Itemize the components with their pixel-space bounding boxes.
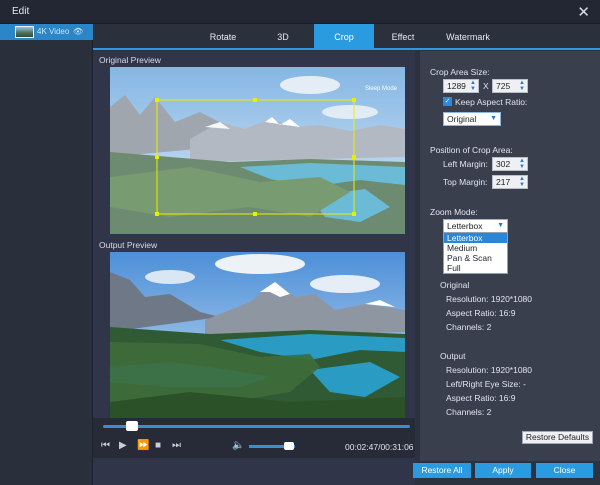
- stepper-arrows-icon[interactable]: ▲ ▼: [519, 80, 525, 92]
- restore-defaults-button[interactable]: Restore Defaults: [522, 431, 593, 444]
- left-margin-value: 302: [496, 159, 511, 169]
- tab-rotate[interactable]: Rotate: [193, 24, 253, 50]
- output-aspect: Aspect Ratio: 16:9: [446, 393, 516, 403]
- crop-height-stepper[interactable]: 725 ▲ ▼: [492, 79, 528, 93]
- output-info-label: Output: [440, 351, 466, 361]
- restore-all-button[interactable]: Restore All: [413, 463, 471, 478]
- aspect-ratio-value: Original: [447, 114, 477, 124]
- keep-aspect-checkbox[interactable]: ✓: [443, 97, 452, 106]
- window-title: Edit: [12, 6, 30, 17]
- tab-3d[interactable]: 3D: [258, 24, 308, 50]
- fast-forward-icon[interactable]: ⏩: [137, 440, 149, 452]
- top-margin-label: Top Margin:: [443, 177, 488, 187]
- top-margin-value: 217: [496, 177, 511, 187]
- crop-height-value: 725: [496, 81, 511, 91]
- stop-icon[interactable]: ■: [155, 440, 161, 452]
- tab-watermark[interactable]: Watermark: [433, 24, 503, 50]
- original-preview-label: Original Preview: [99, 55, 161, 65]
- zoom-option[interactable]: Letterbox: [444, 233, 507, 243]
- volume-icon[interactable]: 🔈: [232, 440, 244, 452]
- crop-width-stepper[interactable]: 1289 ▲ ▼: [443, 79, 479, 93]
- position-label: Position of Crop Area:: [430, 145, 513, 155]
- output-eye-size: Left/Right Eye Size: -: [446, 379, 526, 389]
- zoom-mode-select[interactable]: Letterbox ▼: [443, 219, 508, 233]
- play-icon[interactable]: ▶: [119, 440, 127, 452]
- eye-icon[interactable]: 👁: [73, 27, 83, 36]
- tab-crop[interactable]: Crop: [314, 24, 374, 50]
- crop-width-value: 1289: [447, 81, 466, 91]
- output-channels: Channels: 2: [446, 407, 492, 417]
- tab-effect[interactable]: Effect: [375, 24, 431, 50]
- output-resolution: Resolution: 1920*1080: [446, 365, 533, 375]
- original-info-label: Original: [440, 280, 470, 290]
- left-margin-stepper[interactable]: 302 ▲ ▼: [492, 157, 528, 171]
- chevron-down-icon: ▼: [497, 222, 504, 229]
- crop-area-size-label: Crop Area Size:: [430, 67, 490, 77]
- output-preview-image: [110, 252, 405, 418]
- top-margin-stepper[interactable]: 217 ▲ ▼: [492, 175, 528, 189]
- left-margin-label: Left Margin:: [443, 159, 488, 169]
- size-separator: X: [483, 81, 489, 91]
- original-channels: Channels: 2: [446, 322, 492, 332]
- original-preview: Sleep Mode: [110, 67, 405, 234]
- original-aspect: Aspect Ratio: 16:9: [446, 308, 516, 318]
- keep-aspect-label: Keep Aspect Ratio:: [455, 97, 528, 107]
- output-preview: [110, 252, 405, 418]
- title-bar: Edit ✕: [0, 0, 600, 24]
- stepper-arrows-icon[interactable]: ▲ ▼: [470, 80, 476, 92]
- video-thumbnail: [15, 26, 34, 38]
- close-button[interactable]: Close: [536, 463, 593, 478]
- volume-thumb[interactable]: [284, 442, 294, 450]
- zoom-option[interactable]: Full: [444, 263, 507, 273]
- original-resolution: Resolution: 1920*1080: [446, 294, 533, 304]
- tab-bar: Rotate 3D Crop Effect Watermark: [93, 24, 600, 50]
- zoom-option[interactable]: Medium: [444, 243, 507, 253]
- output-preview-label: Output Preview: [99, 240, 158, 250]
- seek-thumb[interactable]: [126, 421, 138, 431]
- seek-bar[interactable]: [103, 425, 410, 428]
- player-bar: [93, 418, 415, 458]
- zoom-option[interactable]: Pan & Scan: [444, 253, 507, 263]
- zoom-mode-label: Zoom Mode:: [430, 207, 478, 217]
- file-list-item[interactable]: 4K Video 👁: [0, 24, 93, 40]
- file-name: 4K Video: [37, 27, 70, 36]
- time-display: 00:02:47/00:31:06: [345, 442, 414, 452]
- file-list: 4K Video 👁: [0, 24, 93, 485]
- watermark-text: Sleep Mode: [365, 86, 398, 92]
- stepper-arrows-icon[interactable]: ▲ ▼: [519, 158, 525, 170]
- skip-forward-icon[interactable]: ⏭: [172, 440, 181, 452]
- apply-button[interactable]: Apply: [475, 463, 531, 478]
- stepper-arrows-icon[interactable]: ▲ ▼: [519, 176, 525, 188]
- zoom-mode-value: Letterbox: [447, 221, 483, 231]
- skip-back-icon[interactable]: ⏮: [101, 440, 110, 452]
- original-preview-image: Sleep Mode: [110, 67, 405, 234]
- zoom-mode-dropdown: Letterbox Medium Pan & Scan Full: [443, 232, 508, 274]
- aspect-ratio-select[interactable]: Original ▼: [443, 112, 501, 126]
- chevron-down-icon: ▼: [490, 115, 497, 122]
- close-icon[interactable]: ✕: [577, 3, 590, 21]
